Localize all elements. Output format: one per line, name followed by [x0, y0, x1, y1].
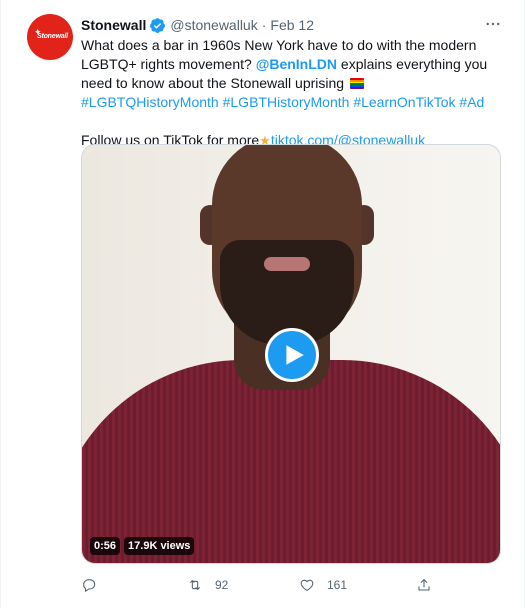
video-player[interactable]: 0:56 17.9K views	[81, 144, 501, 564]
action-bar: 92 161	[81, 574, 501, 596]
like-button[interactable]: 161	[299, 574, 347, 596]
mention-link[interactable]: @BenInLDN	[256, 56, 337, 72]
avatar-logo-text: Stonewall	[37, 33, 68, 40]
reply-button[interactable]	[81, 574, 109, 596]
user-handle[interactable]: @stonewalluk	[170, 17, 257, 33]
play-button[interactable]	[265, 328, 319, 382]
heart-icon	[300, 579, 314, 592]
retweet-count: 92	[215, 578, 229, 592]
hashtag-link[interactable]: #LearnOnTikTok	[353, 94, 455, 110]
video-frame-mouth	[264, 257, 310, 271]
hashtag-link[interactable]: #LGBTHistoryMonth	[223, 94, 350, 110]
play-icon	[286, 345, 304, 365]
video-views: 17.9K views	[124, 537, 195, 555]
video-frame-sweater	[82, 360, 500, 563]
hashtag-link[interactable]: #Ad	[459, 94, 484, 110]
hashtag-link[interactable]: #LGBTQHistoryMonth	[81, 94, 219, 110]
tweet-text: What does a bar in 1960s New York have t…	[81, 36, 501, 150]
share-icon	[418, 578, 430, 591]
like-count: 161	[327, 578, 348, 592]
retweet-icon	[189, 579, 201, 591]
more-horizontal-icon[interactable]	[481, 14, 505, 34]
verified-badge-icon	[149, 17, 166, 34]
rainbow-flag-icon	[349, 78, 364, 89]
separator-dot: ·	[261, 17, 267, 33]
tweet-header: Stonewall @stonewalluk · Feb 12	[81, 16, 314, 34]
video-duration: 0:56	[90, 537, 121, 555]
reply-icon	[83, 579, 96, 593]
display-name[interactable]: Stonewall	[81, 17, 146, 33]
tweet-paragraph: What does a bar in 1960s New York have t…	[81, 36, 501, 112]
tweet-date[interactable]: Feb 12	[270, 17, 314, 33]
share-button[interactable]	[416, 574, 432, 596]
video-badges: 0:56 17.9K views	[90, 537, 195, 555]
avatar[interactable]: ✦ Stonewall	[27, 14, 73, 60]
retweet-button[interactable]: 92	[187, 574, 228, 596]
tweet[interactable]: ✦ Stonewall Stonewall @stonewalluk · Feb…	[0, 0, 525, 608]
